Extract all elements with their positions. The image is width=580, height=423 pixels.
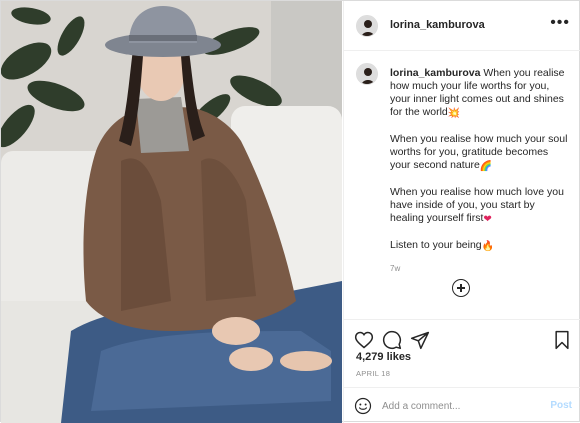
comment-icon[interactable] bbox=[382, 330, 402, 350]
share-send-icon[interactable] bbox=[410, 330, 430, 350]
post-header: lorina_kamburova ••• bbox=[344, 1, 580, 51]
heart-emoji-icon: ❤ bbox=[483, 214, 492, 225]
avatar-image bbox=[357, 16, 377, 36]
like-heart-icon[interactable] bbox=[354, 330, 374, 350]
fire-emoji-icon: 🔥 bbox=[481, 241, 495, 252]
more-horizontal-icon[interactable]: ••• bbox=[550, 15, 570, 31]
comment-bar: Post bbox=[344, 387, 580, 423]
caption-paragraph: When you realise how much love you have … bbox=[390, 186, 570, 225]
avatar-image bbox=[357, 64, 377, 84]
caption-paragraph: When you realise how much your soul wort… bbox=[390, 133, 570, 172]
rainbow-emoji-icon: 🌈 bbox=[479, 161, 493, 172]
load-more-comments-icon[interactable] bbox=[452, 279, 470, 297]
caption-line: Listen to your being bbox=[390, 239, 482, 251]
caption-line: When you realise how much love you have … bbox=[390, 186, 564, 224]
caption-username[interactable]: lorina_kamburova bbox=[390, 67, 480, 79]
caption-line: When you realise how much your soul wort… bbox=[390, 133, 568, 171]
caption-paragraph: Listen to your being🔥 bbox=[390, 239, 570, 252]
explosion-emoji-icon: 💥 bbox=[447, 108, 461, 119]
post-photo[interactable] bbox=[1, 1, 342, 423]
post-time-ago[interactable]: 7w bbox=[390, 262, 570, 275]
post-comment-button[interactable]: Post bbox=[550, 400, 572, 411]
emoji-smile-icon[interactable] bbox=[354, 397, 372, 415]
caption-paragraph: lorina_kamburova When you realise how mu… bbox=[390, 67, 570, 119]
instagram-post: lorina_kamburova ••• lorina_kamburova Wh… bbox=[0, 0, 580, 423]
save-bookmark-icon[interactable] bbox=[552, 330, 572, 350]
likes-count[interactable]: 4,279 likes bbox=[356, 351, 411, 363]
post-date: APRIL 18 bbox=[356, 369, 391, 378]
comment-input[interactable] bbox=[382, 397, 532, 415]
woman-in-hat-photo bbox=[1, 1, 342, 423]
post-sidebar: lorina_kamburova ••• lorina_kamburova Wh… bbox=[343, 1, 580, 423]
avatar[interactable] bbox=[356, 15, 378, 37]
caption-avatar[interactable] bbox=[356, 63, 378, 85]
username[interactable]: lorina_kamburova bbox=[390, 19, 485, 31]
caption-text: lorina_kamburova When you realise how mu… bbox=[390, 67, 570, 275]
